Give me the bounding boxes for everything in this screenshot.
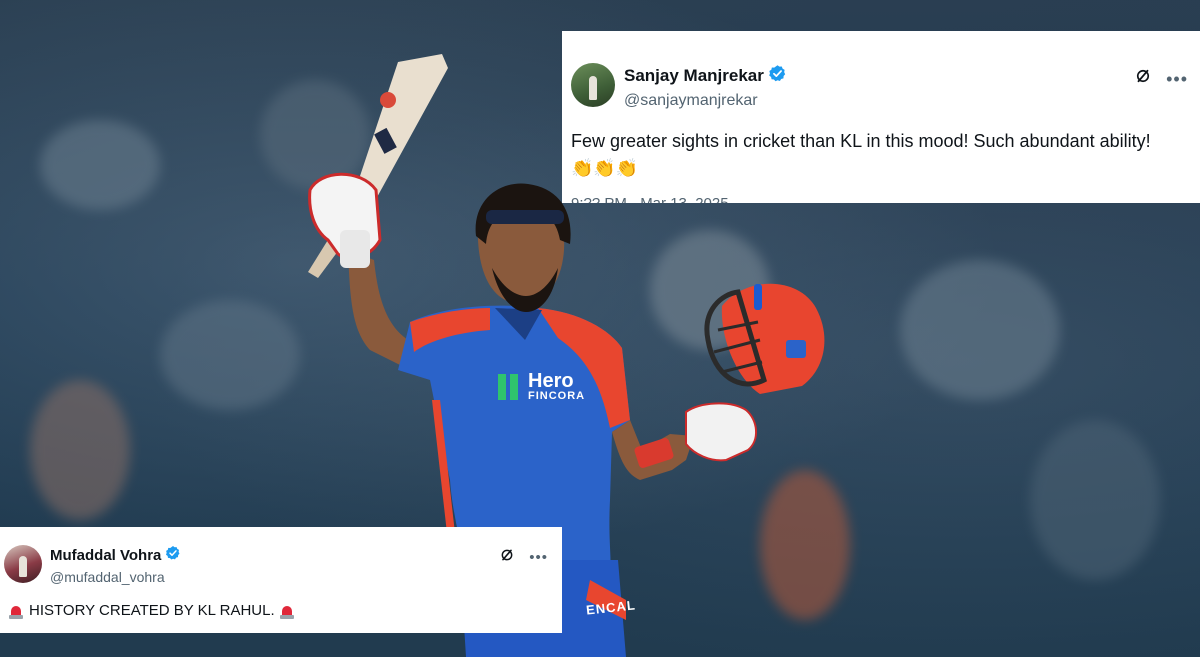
verified-badge-icon <box>165 545 181 566</box>
tweet-text: Few greater sights in cricket than KL in… <box>571 128 1200 182</box>
police-light-emoji <box>279 603 295 619</box>
verified-badge-icon <box>768 64 787 88</box>
tweet-actions: ••• <box>1134 67 1188 90</box>
sponsor-logo-bar <box>510 374 518 400</box>
avatar-figure <box>19 556 27 578</box>
crowd-blur <box>30 380 130 520</box>
display-name[interactable]: Sanjay Manjrekar <box>624 66 764 86</box>
police-light-emoji <box>8 603 24 619</box>
handle[interactable]: @sanjaymanjrekar <box>624 92 787 110</box>
jersey-sponsor: Hero FINCORA <box>498 370 608 402</box>
handle[interactable]: @mufaddal_vohra <box>50 569 181 585</box>
more-options-icon[interactable]: ••• <box>529 550 548 565</box>
display-name[interactable]: Mufaddal Vohra <box>50 547 161 564</box>
author-block: Sanjay Manjrekar @sanjaymanjrekar <box>624 64 787 110</box>
crowd-blur <box>1030 420 1160 580</box>
tweet-text-line: Few greater sights in cricket than KL in… <box>571 131 1151 151</box>
tweet-text-line: HISTORY CREATED BY KL RAHUL. <box>29 602 275 619</box>
tweet-text: HISTORY CREATED BY KL RAHUL. <box>4 601 562 621</box>
tweet-card-vohra[interactable]: Mufaddal Vohra @mufaddal_vohra ••• HISTO… <box>0 527 562 633</box>
tweet-actions: ••• <box>499 547 548 568</box>
sponsor-line1: Hero <box>528 370 574 392</box>
tweet-header: Mufaddal Vohra @mufaddal_vohra ••• <box>4 545 562 585</box>
more-options-icon[interactable]: ••• <box>1166 70 1188 88</box>
crowd-blur <box>40 120 160 210</box>
grok-icon[interactable] <box>1134 67 1152 90</box>
author-block: Mufaddal Vohra @mufaddal_vohra <box>50 545 181 585</box>
tweet-timestamp-cut[interactable]: 9:?? PM · Mar 13, 2025 · ... <box>571 195 754 203</box>
sponsor-logo-bar <box>498 374 506 400</box>
grok-icon[interactable] <box>499 547 515 568</box>
crowd-blur <box>900 260 1060 400</box>
name-row: Mufaddal Vohra <box>50 545 181 566</box>
crowd-blur <box>160 300 300 410</box>
name-row: Sanjay Manjrekar <box>624 64 787 88</box>
tweet-card-manjrekar[interactable]: Sanjay Manjrekar @sanjaymanjrekar ••• Fe… <box>562 31 1200 203</box>
sponsor-line2: FINCORA <box>528 390 586 402</box>
avatar[interactable] <box>571 63 615 107</box>
avatar-figure <box>588 76 598 101</box>
avatar[interactable] <box>4 545 42 583</box>
clapping-emoji: 👏👏👏 <box>571 158 639 178</box>
helmet <box>704 283 825 394</box>
tweet-header: Sanjay Manjrekar @sanjaymanjrekar ••• <box>571 63 1200 110</box>
